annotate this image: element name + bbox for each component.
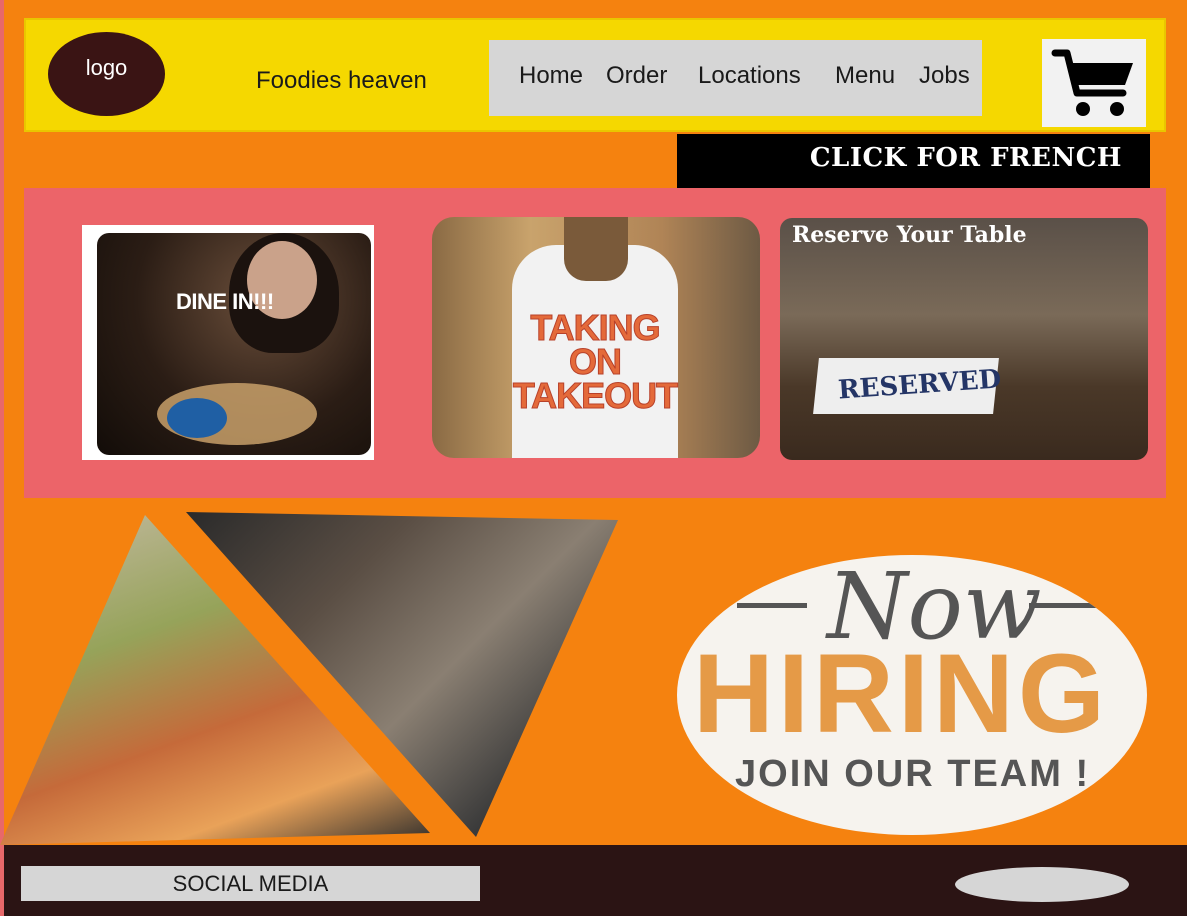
dine-in-card[interactable] bbox=[97, 233, 371, 455]
now-hiring-badge[interactable]: Now HIRING JOIN OUR TEAM ! bbox=[677, 555, 1147, 835]
nav-locations[interactable]: Locations bbox=[698, 62, 801, 90]
left-edge-strip bbox=[0, 0, 4, 916]
shopping-cart-icon bbox=[1051, 49, 1133, 116]
site-name: Foodies heaven bbox=[256, 67, 427, 94]
footer-oval-button[interactable] bbox=[955, 867, 1129, 902]
logo[interactable]: logo bbox=[48, 32, 165, 116]
nav-menu[interactable]: Menu bbox=[835, 62, 895, 90]
nav-jobs[interactable]: Jobs bbox=[919, 62, 970, 90]
social-media-button[interactable]: SOCIAL MEDIA bbox=[21, 866, 480, 901]
takeout-card[interactable]: TAKING ON TAKEOUT bbox=[432, 217, 760, 458]
takeout-label: TAKING ON TAKEOUT bbox=[512, 307, 678, 416]
reserve-table-card[interactable]: Reserve Your Table RESERVED bbox=[780, 218, 1148, 460]
nav-bar: Home Order Locations Menu Jobs bbox=[489, 40, 982, 116]
dine-in-label: DINE IN!!! bbox=[176, 289, 274, 314]
nav-order[interactable]: Order bbox=[606, 62, 667, 90]
nav-home[interactable]: Home bbox=[519, 62, 583, 90]
cart-button[interactable] bbox=[1042, 39, 1146, 127]
french-language-button[interactable]: CLICK FOR FRENCH bbox=[677, 134, 1150, 190]
join-team-text: JOIN OUR TEAM ! bbox=[735, 753, 1091, 795]
reserve-title: Reserve Your Table bbox=[792, 222, 1027, 248]
hiring-word: HIRING bbox=[693, 631, 1109, 756]
